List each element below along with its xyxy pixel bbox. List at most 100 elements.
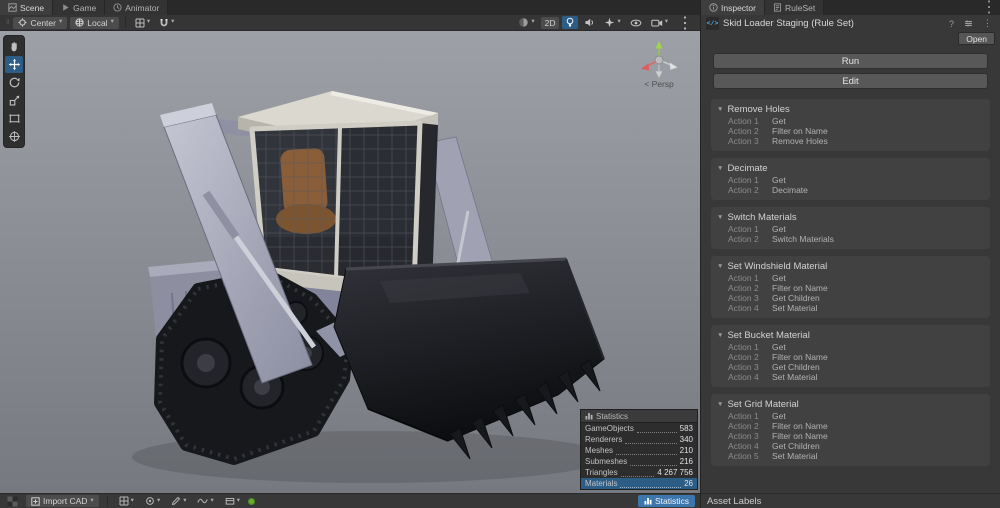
draw-mode-dropdown[interactable]: ▾ bbox=[515, 16, 537, 29]
action-label: Action 4 bbox=[728, 303, 772, 313]
wave-icon bbox=[197, 496, 208, 506]
stat-leader bbox=[637, 425, 677, 433]
chevron-down-icon: ▾ bbox=[237, 498, 240, 505]
tab-label: RuleSet bbox=[785, 3, 815, 13]
rule-section-header[interactable]: ▼Decimate bbox=[717, 162, 984, 175]
help-glyph: ? bbox=[949, 19, 954, 29]
orientation-dropdown[interactable]: Local ▾ bbox=[70, 17, 119, 29]
pivot-mode-dropdown[interactable]: Center ▾ bbox=[13, 17, 67, 29]
globe-icon bbox=[75, 18, 84, 27]
bottom-toolbar: Import CAD ▾ ▾ ▾ ▾ ▾ ▾ bbox=[0, 493, 700, 508]
rule-section-title: Switch Materials bbox=[727, 212, 796, 223]
action-row: Action 4Set Material bbox=[717, 303, 984, 313]
scale-tool[interactable] bbox=[5, 92, 23, 109]
toolbar-separator bbox=[125, 17, 126, 28]
uv-checker-toggle[interactable] bbox=[4, 495, 21, 508]
grid-snap-dropdown[interactable]: ▾ bbox=[116, 495, 137, 508]
stat-value: 583 bbox=[680, 424, 693, 433]
foldout-icon: ▼ bbox=[717, 263, 723, 270]
measure-dropdown[interactable]: ▾ bbox=[194, 495, 216, 508]
action-label: Action 2 bbox=[728, 126, 772, 136]
rule-section-header[interactable]: ▼Switch Materials bbox=[717, 211, 984, 224]
sparkle-icon bbox=[604, 17, 615, 28]
move-tool[interactable] bbox=[5, 56, 23, 73]
action-label: Action 2 bbox=[728, 421, 772, 431]
more-glyph: ⋮ bbox=[983, 18, 992, 29]
chevron-down-icon: ▾ bbox=[157, 498, 160, 505]
action-value: Get Children bbox=[772, 441, 820, 451]
box-icon bbox=[225, 496, 235, 506]
tab-animator[interactable]: Animator bbox=[105, 0, 168, 15]
sliders-icon bbox=[964, 19, 973, 28]
status-indicator[interactable] bbox=[248, 498, 255, 505]
action-row: Action 1Get bbox=[717, 224, 984, 234]
shaded-sphere-icon bbox=[518, 17, 529, 28]
rect-tool[interactable] bbox=[5, 110, 23, 127]
scene-viewport[interactable]: < Persp Statistics GameObjects583Rendere… bbox=[0, 31, 700, 493]
pivot-label: Center bbox=[30, 18, 56, 28]
action-label: Action 1 bbox=[728, 224, 772, 234]
rotate-tool[interactable] bbox=[5, 74, 23, 91]
pivot-target-dropdown[interactable]: ▾ bbox=[142, 495, 163, 508]
camera-icon bbox=[651, 18, 663, 28]
2d-toggle[interactable]: 2D bbox=[541, 17, 560, 29]
rule-section-header[interactable]: ▼Remove Holes bbox=[717, 103, 984, 116]
scene-lighting-toggle[interactable] bbox=[562, 16, 578, 29]
tab-inspector[interactable]: Inspector bbox=[701, 0, 765, 15]
edit-button[interactable]: Edit bbox=[713, 73, 988, 89]
view-tool[interactable] bbox=[5, 38, 23, 55]
chevron-down-icon: ▾ bbox=[210, 498, 213, 505]
inspector-tabbar: Inspector RuleSet ⋮ bbox=[701, 0, 1000, 15]
persp-label: Persp bbox=[652, 79, 674, 89]
chevron-down-icon: ▾ bbox=[171, 19, 174, 26]
run-button[interactable]: Run bbox=[713, 53, 988, 69]
tab-label: Scene bbox=[20, 3, 44, 13]
annotate-dropdown[interactable]: ▾ bbox=[168, 495, 189, 508]
rule-section-header[interactable]: ▼Set Grid Material bbox=[717, 398, 984, 411]
inspector-more-icon[interactable]: ⋮ bbox=[980, 17, 995, 30]
tab-scene[interactable]: Scene bbox=[0, 0, 53, 15]
import-icon bbox=[31, 497, 40, 506]
action-label: Action 2 bbox=[728, 234, 772, 244]
transform-tool[interactable] bbox=[5, 128, 23, 145]
grid-icon bbox=[135, 18, 145, 28]
scene-audio-toggle[interactable] bbox=[581, 16, 598, 29]
statistics-row: Meshes210 bbox=[581, 445, 697, 456]
hidden-objects-toggle[interactable] bbox=[627, 16, 645, 29]
chevron-down-icon: ▾ bbox=[59, 19, 62, 26]
inspector-tab-menu[interactable]: ⋮ bbox=[978, 0, 1000, 13]
2d-label: 2D bbox=[545, 18, 556, 28]
rule-section-header[interactable]: ▼Set Windshield Material bbox=[717, 260, 984, 273]
chevron-down-icon: ▾ bbox=[90, 498, 93, 505]
statistics-row: Renderers340 bbox=[581, 434, 697, 445]
import-cad-dropdown[interactable]: Import CAD ▾ bbox=[26, 495, 99, 507]
rule-section-header[interactable]: ▼Set Bucket Material bbox=[717, 329, 984, 342]
snap-settings-dropdown[interactable]: ▾ bbox=[156, 16, 177, 29]
scene-overflow-menu[interactable]: ⋮ bbox=[674, 16, 696, 29]
persp-chevron: < bbox=[644, 79, 649, 89]
statistics-toggle-button[interactable]: Statistics bbox=[638, 495, 695, 507]
action-row: Action 2Decimate bbox=[717, 185, 984, 195]
statistics-row: Materials26 bbox=[581, 478, 697, 489]
camera-preview-dropdown[interactable]: ▾ bbox=[648, 16, 671, 29]
rule-section: ▼Set Grid MaterialAction 1GetAction 2Fil… bbox=[711, 394, 990, 466]
action-row: Action 4Get Children bbox=[717, 441, 984, 451]
grid-visibility-dropdown[interactable]: ▾ bbox=[132, 16, 153, 29]
hand-icon bbox=[8, 40, 21, 53]
action-label: Action 2 bbox=[728, 352, 772, 362]
scene-tabbar: Scene Game Animator bbox=[0, 0, 700, 15]
open-button[interactable]: Open bbox=[958, 32, 995, 45]
effects-dropdown[interactable]: ▾ bbox=[601, 16, 623, 29]
toolbar-drag-handle[interactable]: ⁝⁝ bbox=[4, 15, 10, 31]
orientation-gizmo[interactable]: < Persp bbox=[634, 39, 684, 89]
tab-game[interactable]: Game bbox=[53, 0, 105, 15]
asset-labels-bar[interactable]: Asset Labels bbox=[701, 493, 1000, 508]
more-icon: ⋮ bbox=[677, 13, 693, 33]
stat-label: Submeshes bbox=[585, 457, 627, 466]
tab-ruleset[interactable]: RuleSet bbox=[765, 0, 824, 15]
stat-leader bbox=[625, 436, 676, 444]
presets-icon[interactable] bbox=[961, 17, 976, 30]
help-icon[interactable]: ? bbox=[946, 17, 957, 30]
projection-toggle[interactable]: < Persp bbox=[634, 79, 684, 89]
section-view-dropdown[interactable]: ▾ bbox=[222, 495, 243, 508]
